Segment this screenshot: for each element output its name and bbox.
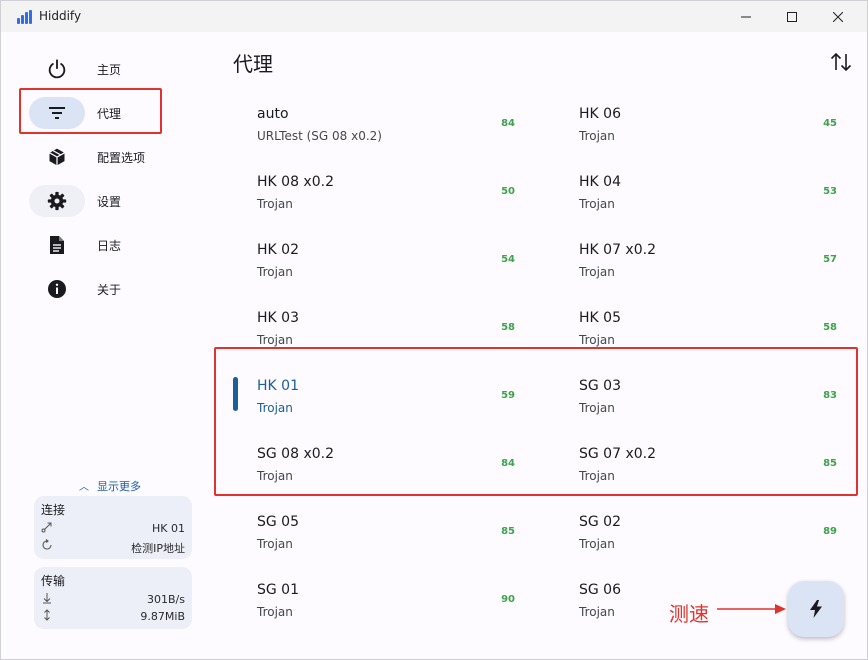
proxy-delay: 45 bbox=[823, 118, 837, 129]
proxy-type: Trojan bbox=[257, 197, 293, 211]
chevron-up-icon: ︿ bbox=[79, 482, 89, 493]
proxy-item[interactable]: HK 06 Trojan 45 bbox=[579, 100, 837, 160]
proxy-item[interactable]: SG 01 Trojan 90 bbox=[257, 576, 515, 636]
route-icon bbox=[41, 522, 52, 533]
total-value: 9.87MiB bbox=[140, 610, 185, 623]
minimize-icon bbox=[741, 16, 751, 17]
speed-test-button[interactable] bbox=[788, 581, 844, 637]
app-content: 主页 代理 配置选项 设置 日志 关于 ︿ 显示更多 连接 HK 01 检测IP… bbox=[1, 32, 867, 659]
info-icon bbox=[48, 280, 66, 298]
proxy-type: Trojan bbox=[579, 537, 615, 551]
annotation-highlight-box bbox=[214, 347, 858, 496]
current-proxy-value: HK 01 bbox=[152, 522, 185, 535]
proxy-delay: 54 bbox=[501, 254, 515, 265]
proxy-delay: 90 bbox=[501, 594, 515, 605]
sidebar-item-about[interactable]: 关于 bbox=[29, 273, 189, 307]
proxy-name: HK 02 bbox=[257, 242, 299, 258]
traffic-card: 传输 301B/s 9.87MiB bbox=[34, 567, 192, 629]
proxy-name: HK 07 x0.2 bbox=[579, 242, 656, 258]
proxy-name: SG 05 bbox=[257, 514, 299, 530]
proxy-type: Trojan bbox=[579, 129, 615, 143]
proxy-item[interactable]: SG 02 Trojan 89 bbox=[579, 508, 837, 568]
proxy-name: HK 06 bbox=[579, 106, 621, 122]
current-proxy-row: HK 01 bbox=[41, 521, 185, 537]
cube-icon bbox=[49, 148, 65, 166]
maximize-button[interactable] bbox=[769, 1, 815, 32]
proxy-item[interactable]: HK 04 Trojan 53 bbox=[579, 168, 837, 228]
proxy-delay: 89 bbox=[823, 526, 837, 537]
hiddify-logo-icon bbox=[17, 10, 33, 24]
minimize-button[interactable] bbox=[723, 1, 769, 32]
sidebar-item-label: 配置选项 bbox=[97, 151, 146, 165]
proxy-item[interactable]: HK 07 x0.2 Trojan 57 bbox=[579, 236, 837, 296]
proxy-name: SG 02 bbox=[579, 514, 621, 530]
proxy-type: Trojan bbox=[579, 605, 615, 619]
proxy-delay: 58 bbox=[501, 322, 515, 333]
proxy-item[interactable]: auto URLTest (SG 08 x0.2) 84 bbox=[257, 100, 515, 160]
page-title: 代理 bbox=[233, 52, 273, 76]
proxy-name: SG 01 bbox=[257, 582, 299, 598]
proxy-name: HK 08 x0.2 bbox=[257, 174, 334, 190]
proxy-delay: 84 bbox=[501, 118, 515, 129]
close-button[interactable] bbox=[815, 1, 861, 32]
window-title: Hiddify bbox=[39, 9, 82, 23]
app-window: Hiddify 主页 代理 配置选项 设置 日志 关于 ︿ 显示更多 连接 HK… bbox=[0, 0, 868, 660]
sidebar-item-label: 关于 bbox=[97, 283, 122, 297]
proxy-type: Trojan bbox=[579, 197, 615, 211]
refresh-icon bbox=[42, 539, 52, 550]
connection-card-title: 连接 bbox=[41, 503, 66, 517]
proxy-type: Trojan bbox=[257, 265, 293, 279]
proxy-delay: 53 bbox=[823, 186, 837, 197]
proxy-type: URLTest (SG 08 x0.2) bbox=[257, 129, 382, 143]
sidebar-item-label: 设置 bbox=[97, 195, 122, 209]
connection-card: 连接 HK 01 检测IP地址 bbox=[34, 496, 192, 559]
power-icon bbox=[48, 59, 66, 79]
title-bar: Hiddify bbox=[1, 1, 867, 32]
lightning-bolt-icon bbox=[810, 600, 822, 618]
proxy-type: Trojan bbox=[579, 333, 615, 347]
proxy-type: Trojan bbox=[257, 333, 293, 347]
proxy-delay: 58 bbox=[823, 322, 837, 333]
sort-button[interactable] bbox=[827, 48, 855, 76]
speed-value: 301B/s bbox=[147, 593, 185, 606]
proxy-name: HK 04 bbox=[579, 174, 621, 190]
proxy-name: HK 05 bbox=[579, 310, 621, 326]
annotation-highlight-box bbox=[19, 88, 162, 134]
sidebar-item-logs[interactable]: 日志 bbox=[29, 229, 189, 263]
show-more-label: 显示更多 bbox=[97, 480, 141, 493]
maximize-icon bbox=[787, 11, 797, 22]
proxy-type: Trojan bbox=[257, 605, 293, 619]
proxy-type: Trojan bbox=[257, 537, 293, 551]
proxy-delay: 50 bbox=[501, 186, 515, 197]
speed-test-annotation: 测速 bbox=[669, 602, 709, 626]
close-icon bbox=[833, 11, 843, 22]
total-row: 9.87MiB bbox=[41, 609, 185, 625]
sidebar-item-home[interactable]: 主页 bbox=[29, 53, 189, 87]
download-arrow-icon bbox=[43, 593, 51, 604]
proxy-type: Trojan bbox=[579, 265, 615, 279]
proxy-item[interactable]: HK 02 Trojan 54 bbox=[257, 236, 515, 296]
sidebar-item-settings[interactable]: 设置 bbox=[29, 185, 189, 219]
up-down-arrow-icon bbox=[44, 609, 50, 621]
gear-icon bbox=[47, 191, 67, 211]
sidebar-item-label: 主页 bbox=[97, 63, 122, 77]
proxy-item[interactable]: SG 05 Trojan 85 bbox=[257, 508, 515, 568]
sidebar-item-profiles[interactable]: 配置选项 bbox=[29, 141, 189, 175]
annotation-arrow-icon bbox=[717, 604, 786, 614]
document-icon bbox=[50, 236, 64, 254]
sort-arrows-icon bbox=[830, 52, 852, 72]
proxy-name: SG 06 bbox=[579, 582, 621, 598]
proxy-delay: 85 bbox=[501, 526, 515, 537]
traffic-card-title: 传输 bbox=[41, 574, 66, 588]
check-ip-row[interactable]: 检测IP地址 bbox=[41, 539, 185, 555]
proxy-name: HK 03 bbox=[257, 310, 299, 326]
show-more-toggle[interactable]: ︿ 显示更多 bbox=[79, 478, 141, 494]
check-ip-label[interactable]: 检测IP地址 bbox=[131, 540, 185, 556]
proxy-item[interactable]: HK 08 x0.2 Trojan 50 bbox=[257, 168, 515, 228]
proxy-name: auto bbox=[257, 106, 289, 122]
proxy-delay: 57 bbox=[823, 254, 837, 265]
sidebar-item-label: 日志 bbox=[97, 239, 122, 253]
speed-row: 301B/s bbox=[41, 592, 185, 608]
